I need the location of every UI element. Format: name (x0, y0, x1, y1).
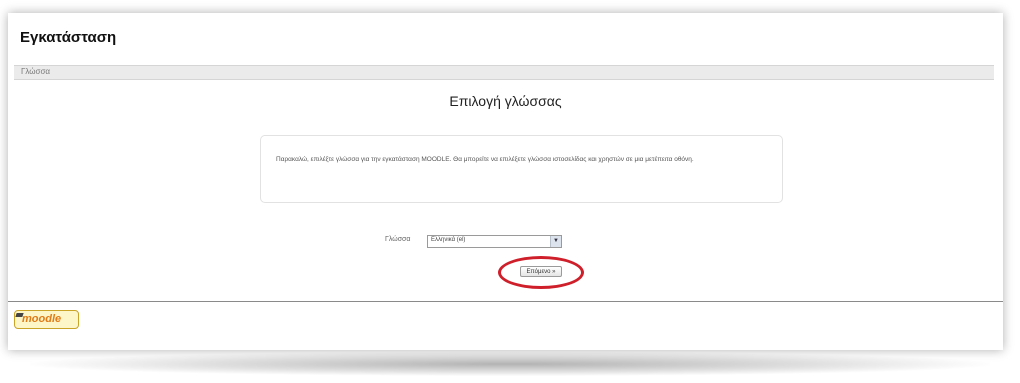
navbar: Γλώσσα (14, 65, 994, 80)
footer-divider (8, 301, 1003, 302)
info-box: Παρακαλώ, επιλέξτε γλώσσα για την εγκατά… (260, 135, 783, 203)
breadcrumb: Γλώσσα (21, 67, 51, 76)
moodle-logo-text: moodle (22, 313, 62, 325)
highlight-ring-annotation (498, 256, 584, 289)
moodle-logo[interactable]: moodle (14, 310, 79, 329)
page-heading: Επιλογή γλώσσας (449, 93, 562, 109)
chevron-down-icon[interactable]: ▼ (550, 236, 561, 247)
installer-window: Εγκατάσταση Γλώσσα Επιλογή γλώσσας Παρακ… (8, 13, 1003, 350)
language-select[interactable]: Ελληνικά (el) ▼ (427, 235, 562, 248)
info-text: Παρακαλώ, επιλέξτε γλώσσα για την εγκατά… (276, 156, 694, 163)
language-label: Γλώσσα (385, 236, 411, 243)
window-drop-shadow (30, 352, 990, 376)
language-select-value: Ελληνικά (el) (431, 237, 466, 243)
page-title: Εγκατάσταση (20, 29, 117, 46)
